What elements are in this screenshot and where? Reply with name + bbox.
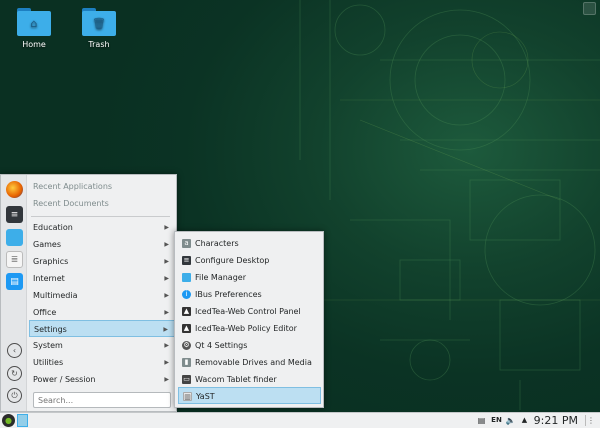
settings-submenu: a Characters ≡ Configure Desktop File Mana… — [174, 231, 324, 408]
folder-icon — [182, 273, 191, 282]
submenu-item-file-manager[interactable]: File Manager — [178, 269, 321, 286]
desktop-icon-trash[interactable]: 🗑 Trash — [75, 8, 123, 49]
qt-settings-icon: ⚙ — [182, 341, 191, 350]
desktop-icon-home[interactable]: ⌂ Home — [10, 8, 58, 49]
volume-icon[interactable]: 🔈 — [505, 414, 516, 427]
desktop-icon-label: Home — [22, 40, 46, 49]
tablet-icon: ▭ — [182, 375, 191, 384]
submenu-item-wacom-tablet-finder[interactable]: ▭ Wacom Tablet finder — [178, 371, 321, 388]
desktop-toolbox-button[interactable] — [583, 2, 596, 15]
power-icon[interactable]: ⏻ — [7, 388, 22, 403]
submenu-item-characters[interactable]: a Characters — [178, 235, 321, 252]
file-manager-icon[interactable] — [6, 229, 23, 246]
chevron-right-icon: ▶ — [164, 241, 169, 248]
refresh-icon[interactable]: ↻ — [7, 366, 22, 381]
submenu-item-icedtea-control-panel[interactable]: ▲ IcedTea-Web Control Panel — [178, 303, 321, 320]
desktop-icon-label: Trash — [88, 40, 110, 49]
menu-separator — [31, 216, 170, 217]
menu-item-utilities[interactable]: Utilities ▶ — [29, 354, 175, 371]
recent-documents-item[interactable]: Recent Documents — [33, 199, 109, 208]
menu-item-graphics[interactable]: Graphics ▶ — [29, 253, 175, 270]
submenu-item-qt4-settings[interactable]: ⚙ Qt 4 Settings — [178, 337, 321, 354]
usb-drive-icon: ▮ — [182, 358, 191, 367]
chevron-right-icon: ▶ — [164, 258, 169, 265]
yast-icon: ▥ — [183, 392, 192, 401]
menu-item-education[interactable]: Education ▶ — [29, 219, 175, 236]
submenu-item-ibus-preferences[interactable]: i IBus Preferences — [178, 286, 321, 303]
clock[interactable]: 9:21 PM — [534, 413, 578, 428]
virtual-desktop-pager[interactable] — [17, 414, 28, 427]
submenu-item-icedtea-policy-editor[interactable]: ▲ IcedTea-Web Policy Editor — [178, 320, 321, 337]
favorites-column: ≡ ≣ ▤ ‹ ↻ ⏻ — [1, 175, 27, 411]
search-input[interactable] — [33, 392, 171, 408]
submenu-item-removable-drives[interactable]: ▮ Removable Drives and Media — [178, 354, 321, 371]
submenu-item-yast[interactable]: ▥ YaST — [178, 387, 321, 404]
configure-desktop-icon: ≡ — [182, 256, 191, 265]
characters-icon: a — [182, 239, 191, 248]
icedtea-icon: ▲ — [182, 324, 191, 333]
expand-tray-icon[interactable]: ▲ — [519, 414, 530, 427]
settings-panel-icon[interactable]: ≡ — [6, 206, 23, 223]
software-store-icon[interactable]: ▤ — [6, 273, 23, 290]
menu-item-system[interactable]: System ▶ — [29, 337, 175, 354]
menu-item-power-session[interactable]: Power / Session ▶ — [29, 371, 175, 388]
bottom-panel: ● ▤ EN 🔈 ▲ 9:21 PM ⋮ — [0, 412, 600, 428]
chevron-right-icon: ▶ — [164, 292, 169, 299]
ibus-icon: i — [182, 290, 191, 299]
chevron-right-icon: ▶ — [163, 326, 168, 333]
menu-item-multimedia[interactable]: Multimedia ▶ — [29, 287, 175, 304]
menu-item-games[interactable]: Games ▶ — [29, 236, 175, 253]
chevron-right-icon: ▶ — [164, 224, 169, 231]
chevron-right-icon: ▶ — [164, 309, 169, 316]
application-launcher-button[interactable]: ● — [2, 414, 15, 427]
firefox-icon[interactable] — [6, 181, 23, 198]
chevron-right-icon: ▶ — [164, 275, 169, 282]
application-launcher-menu: ≡ ≣ ▤ ‹ ↻ ⏻ Recent Applications Recent D… — [0, 174, 177, 412]
menu-item-office[interactable]: Office ▶ — [29, 304, 175, 321]
trash-folder-icon: 🗑 — [82, 8, 116, 36]
home-folder-icon: ⌂ — [17, 8, 51, 36]
menu-item-internet[interactable]: Internet ▶ — [29, 270, 175, 287]
chevron-right-icon: ▶ — [164, 376, 169, 383]
menu-item-settings[interactable]: Settings ▶ — [29, 320, 175, 337]
submenu-item-configure-desktop[interactable]: ≡ Configure Desktop — [178, 252, 321, 269]
icedtea-icon: ▲ — [182, 307, 191, 316]
panel-options-icon[interactable]: ⋮ — [585, 415, 596, 426]
document-icon[interactable]: ≣ — [6, 251, 23, 268]
chevron-right-icon: ▶ — [164, 359, 169, 366]
chevron-right-icon: ▶ — [164, 342, 169, 349]
recent-applications-item[interactable]: Recent Applications — [33, 182, 112, 191]
back-icon[interactable]: ‹ — [7, 343, 22, 358]
keyboard-layout-indicator[interactable]: EN — [490, 414, 503, 427]
clipboard-icon[interactable]: ▤ — [476, 414, 487, 427]
